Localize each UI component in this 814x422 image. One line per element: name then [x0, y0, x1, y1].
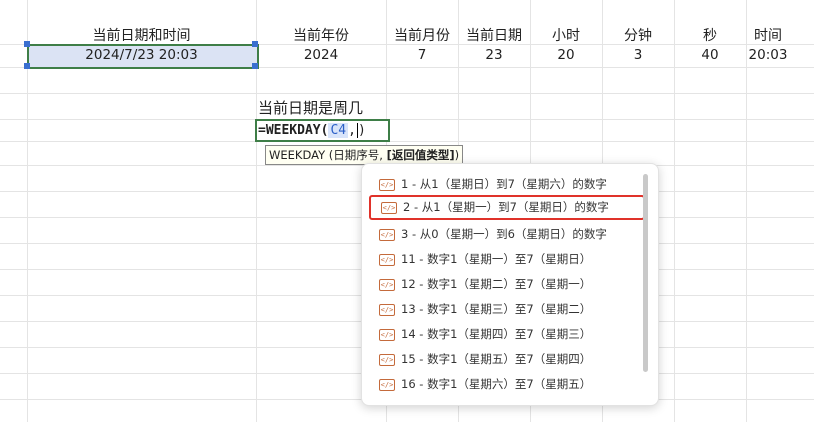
argument-autocomplete-dropdown[interactable]: </> 1 - 从1（星期日）到7（星期六）的数字 </> 2 - 从1（星期一）到… [361, 163, 659, 406]
function-signature-tooltip: WEEKDAY (日期序号, [返回值类型]) [265, 145, 464, 165]
option-return-type-3[interactable]: </> 3 - 从0（星期一）到6（星期日）的数字 [369, 222, 641, 247]
value-second[interactable]: 40 [674, 43, 746, 68]
formula-separator: , [348, 123, 356, 138]
option-return-type-1[interactable]: </> 1 - 从1（星期日）到7（星期六）的数字 [369, 172, 641, 197]
tooltip-end: ) [454, 148, 460, 162]
function-icon: </> [379, 378, 395, 391]
formula-reference[interactable]: C4 [328, 123, 349, 138]
value-date[interactable]: 23 [458, 43, 530, 68]
value-month[interactable]: 7 [386, 43, 458, 68]
function-icon: </> [381, 201, 397, 214]
value-time[interactable]: 20:03 [746, 43, 790, 68]
function-icon: </> [379, 353, 395, 366]
value-hour[interactable]: 20 [530, 43, 602, 68]
function-icon: </> [379, 228, 395, 241]
function-icon: </> [379, 253, 395, 266]
option-return-type-2[interactable]: </> 2 - 从1（星期一）到7（星期日）的数字 [369, 195, 645, 220]
function-icon: </> [379, 328, 395, 341]
option-return-type-16[interactable]: </> 16 - 数字1（星期六）至7（星期五） [369, 372, 641, 397]
option-return-type-15[interactable]: </> 15 - 数字1（星期五）至7（星期四） [369, 347, 641, 372]
tooltip-text: WEEKDAY (日期序号, [269, 148, 387, 162]
dropdown-scrollbar[interactable] [643, 174, 648, 372]
option-return-type-13[interactable]: </> 13 - 数字1（星期三）至7（星期二） [369, 297, 641, 322]
option-return-type-14[interactable]: </> 14 - 数字1（星期四）至7（星期三） [369, 322, 641, 347]
value-datetime[interactable]: 2024/7/23 20:03 [27, 43, 256, 68]
tooltip-current-arg: [返回值类型] [386, 148, 455, 162]
function-icon: </> [379, 278, 395, 291]
formula-function: =WEEKDAY( [258, 123, 329, 138]
weekday-label-cell[interactable]: 当前日期是周几 [258, 97, 363, 119]
formula-edit-cell[interactable]: =WEEKDAY(C4,) [255, 119, 390, 142]
option-return-type-11[interactable]: </> 11 - 数字1（星期一）至7（星期日） [369, 247, 641, 272]
function-icon: </> [379, 178, 395, 191]
function-icon: </> [379, 303, 395, 316]
value-minute[interactable]: 3 [602, 43, 674, 68]
option-return-type-12[interactable]: </> 12 - 数字1（星期二）至7（星期一） [369, 272, 641, 297]
formula-close-paren: ) [357, 123, 366, 138]
value-year[interactable]: 2024 [256, 43, 386, 68]
